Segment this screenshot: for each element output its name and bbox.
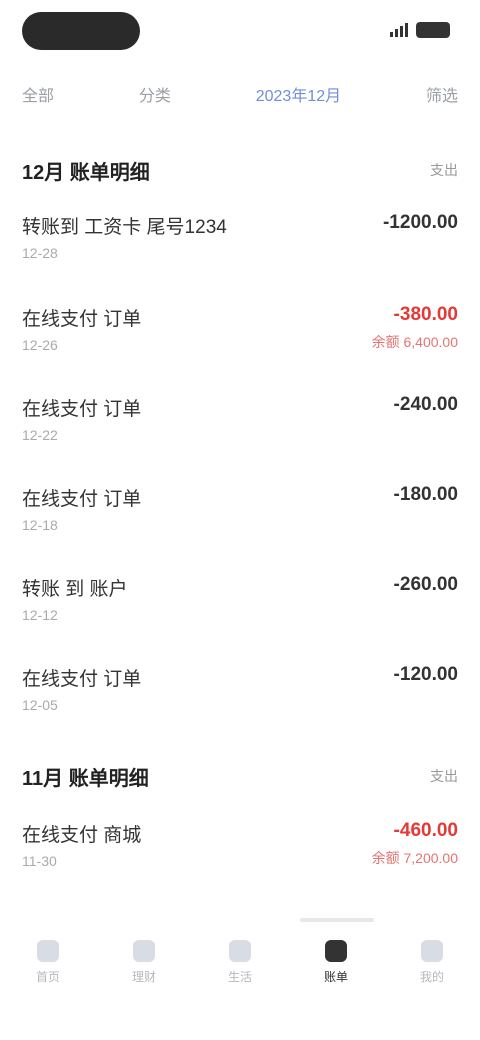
row-subtitle: 12-05 [22,697,58,713]
bill-icon [325,940,347,962]
row-subtitle: 12-18 [22,517,58,533]
nav-life[interactable]: 生活 [210,940,270,985]
section-subtitle: 支出 [430,768,458,784]
row-amount: -120.00 [393,664,458,685]
list-item[interactable]: 转账到 工资卡 尾号1234 12-28 -1200.00 [22,212,458,278]
nav-label: 我的 [419,970,444,984]
nav-label: 账单 [323,970,348,984]
row-amount: -380.00 [393,304,458,325]
grid-icon [229,940,251,962]
home-icon [37,940,59,962]
row-subtitle: 12-28 [22,245,58,261]
signal-icon [390,23,408,37]
section-title: 12月 账单明细 [22,161,150,184]
filter-all[interactable]: 全部 [22,82,54,106]
row-note: 余额 6,400.00 [371,334,458,350]
row-subtitle: 11-30 [22,853,57,869]
row-subtitle: 12-22 [22,427,58,443]
row-title: 在线支付 订单 [22,309,142,330]
status-icons [390,22,450,38]
list-item[interactable]: 在线支付 订单 12-18 -180.00 [22,484,458,550]
list-item[interactable]: 在线支付 订单 12-26 -380.00 余额 6,400.00 [22,304,458,370]
section-header: 12月 账单明细 支出 [22,150,458,190]
row-amount: -180.00 [393,484,458,505]
row-subtitle: 12-26 [22,337,58,353]
nav-label: 理财 [131,970,156,984]
nav-home[interactable]: 首页 [18,940,78,985]
row-title: 转账 到 账户 [22,579,128,600]
row-subtitle: 12-12 [22,607,58,623]
section-header: 11月 账单明细 支出 [22,756,458,796]
row-title: 在线支付 商城 [22,825,142,846]
list-item[interactable]: 在线支付 订单 12-22 -240.00 [22,394,458,460]
row-amount: -260.00 [393,574,458,595]
row-title: 转账到 工资卡 尾号1234 [22,217,227,238]
nav-label: 生活 [227,970,252,984]
battery-icon [416,22,450,38]
row-title: 在线支付 订单 [22,669,142,690]
row-note: 余额 7,200.00 [371,850,458,866]
filter-category[interactable]: 分类 [139,82,171,106]
wallet-icon [133,940,155,962]
bottom-nav: 首页 理财 生活 账单 我的 [0,910,480,1000]
nav-label: 首页 [35,970,60,984]
row-amount: -460.00 [393,820,458,841]
user-icon [421,940,443,962]
section-title: 11月 账单明细 [22,767,149,790]
list-item[interactable]: 在线支付 商城 11-30 -460.00 余额 7,200.00 [22,820,458,886]
list-item[interactable]: 在线支付 订单 12-05 -120.00 [22,664,458,730]
row-title: 在线支付 订单 [22,399,142,420]
row-amount: -240.00 [393,394,458,415]
nav-profile[interactable]: 我的 [402,940,462,985]
nav-wallet[interactable]: 理财 [114,940,174,985]
row-amount: -1200.00 [382,212,458,233]
status-pill [22,12,140,50]
section-subtitle: 支出 [430,162,458,178]
filter-bar: 全部 分类 2023年12月 筛选 [0,72,480,116]
row-title: 在线支付 订单 [22,489,142,510]
filter-more[interactable]: 筛选 [426,82,458,106]
list-item[interactable]: 转账 到 账户 12-12 -260.00 [22,574,458,640]
status-bar [0,0,480,64]
filter-month[interactable]: 2023年12月 [256,82,341,106]
nav-bill[interactable]: 账单 [306,940,366,985]
